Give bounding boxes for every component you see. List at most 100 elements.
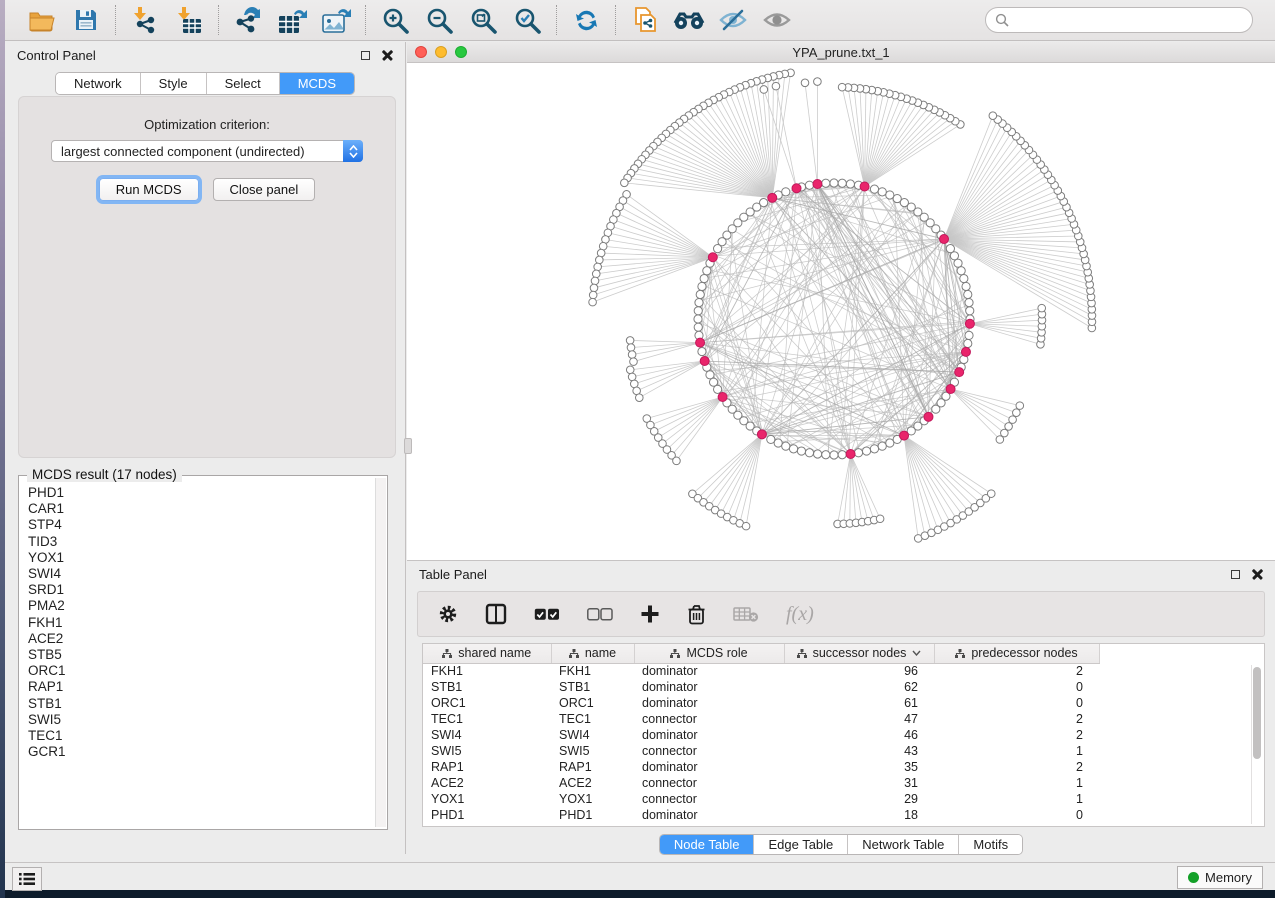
network-node[interactable] — [1038, 304, 1046, 312]
deselect-all-icon[interactable] — [587, 608, 613, 621]
network-node[interactable] — [696, 290, 704, 298]
network-node[interactable] — [957, 267, 965, 275]
network-node[interactable] — [878, 188, 886, 196]
table-row[interactable]: TEC1TEC1connector472 — [423, 711, 1099, 727]
table-row[interactable]: SWI5SWI5connector431 — [423, 743, 1099, 759]
tab-mcds[interactable]: MCDS — [280, 73, 354, 94]
export-table-icon[interactable] — [275, 4, 309, 36]
network-node[interactable] — [965, 331, 973, 339]
network-node[interactable] — [589, 291, 597, 299]
network-node[interactable] — [694, 323, 702, 331]
network-node[interactable] — [621, 179, 629, 187]
network-node[interactable] — [630, 358, 638, 366]
network-node[interactable] — [1009, 416, 1017, 424]
table-row[interactable]: YOX1YOX1connector291 — [423, 791, 1099, 807]
mcds-list-scrollbar[interactable] — [375, 478, 386, 827]
network-node[interactable] — [742, 522, 750, 530]
tab-select[interactable]: Select — [207, 73, 280, 94]
column-header-MCDS-role[interactable]: MCDS role — [634, 644, 784, 663]
network-node[interactable] — [760, 86, 768, 94]
tab-node-table[interactable]: Node Table — [660, 835, 755, 854]
network-node[interactable] — [703, 267, 711, 275]
network-node[interactable] — [966, 307, 974, 315]
function-builder-icon[interactable]: f(x) — [786, 603, 814, 626]
tab-network[interactable]: Network — [56, 73, 141, 94]
network-node[interactable] — [989, 112, 997, 120]
mcds-hub-node[interactable] — [946, 385, 955, 394]
network-node[interactable] — [694, 307, 702, 315]
save-icon[interactable] — [69, 4, 103, 36]
column-header-predecessor-nodes[interactable]: predecessor nodes — [934, 644, 1099, 663]
network-node[interactable] — [782, 188, 790, 196]
network-node[interactable] — [592, 270, 600, 278]
close-table-panel-icon[interactable] — [1252, 569, 1263, 580]
network-node[interactable] — [628, 373, 636, 381]
network-node[interactable] — [714, 385, 722, 393]
mcds-hub-node[interactable] — [940, 235, 949, 244]
network-node[interactable] — [801, 79, 809, 87]
mcds-hub-node[interactable] — [813, 180, 822, 189]
network-node[interactable] — [876, 515, 884, 523]
panel-splitter-handle[interactable] — [404, 438, 412, 454]
mcds-hub-node[interactable] — [768, 193, 777, 202]
network-node[interactable] — [870, 445, 878, 453]
mcds-result-item[interactable]: FKH1 — [26, 615, 374, 631]
table-row[interactable]: RAP1RAP1dominator352 — [423, 759, 1099, 775]
network-node[interactable] — [714, 245, 722, 253]
import-network-icon[interactable] — [128, 4, 162, 36]
network-node[interactable] — [870, 185, 878, 193]
mcds-result-item[interactable]: PHD1 — [26, 485, 374, 501]
mcds-result-item[interactable]: PMA2 — [26, 598, 374, 614]
table-row[interactable]: SWI4SWI4dominator462 — [423, 727, 1099, 743]
network-node[interactable] — [1013, 409, 1021, 417]
zoom-fit-icon[interactable] — [466, 4, 500, 36]
network-node[interactable] — [838, 179, 846, 187]
mcds-result-item[interactable]: RAP1 — [26, 679, 374, 695]
criterion-dropdown[interactable]: largest connected component (undirected) — [51, 140, 363, 162]
close-panel-icon[interactable] — [382, 50, 393, 61]
network-node[interactable] — [878, 442, 886, 450]
float-table-panel-icon[interactable] — [1231, 570, 1240, 579]
network-node[interactable] — [822, 179, 830, 187]
table-row[interactable]: PHD1PHD1dominator180 — [423, 807, 1099, 823]
network-node[interactable] — [627, 344, 635, 352]
hide-selected-icon[interactable] — [716, 4, 750, 36]
network-node[interactable] — [886, 191, 894, 199]
mcds-hub-node[interactable] — [860, 182, 869, 191]
network-node[interactable] — [797, 447, 805, 455]
network-node[interactable] — [628, 351, 636, 359]
open-folder-icon[interactable] — [25, 4, 59, 36]
network-node[interactable] — [694, 315, 702, 323]
mcds-hub-node[interactable] — [757, 430, 766, 439]
network-node[interactable] — [946, 245, 954, 253]
network-node[interactable] — [635, 394, 643, 402]
memory-button[interactable]: Memory — [1177, 866, 1263, 889]
network-node[interactable] — [594, 263, 602, 271]
show-columns-icon[interactable] — [485, 603, 507, 625]
network-node[interactable] — [589, 298, 597, 306]
mcds-result-item[interactable]: TEC1 — [26, 728, 374, 744]
mcds-result-item[interactable]: STB1 — [26, 696, 374, 712]
table-scrollbar[interactable] — [1251, 665, 1262, 824]
network-node[interactable] — [772, 82, 780, 90]
column-header-shared-name[interactable]: shared name — [423, 644, 551, 663]
mcds-hub-node[interactable] — [924, 412, 933, 421]
mcds-result-item[interactable]: ORC1 — [26, 663, 374, 679]
zoom-selected-icon[interactable] — [510, 4, 544, 36]
network-node[interactable] — [846, 180, 854, 188]
mcds-hub-node[interactable] — [792, 184, 801, 193]
tab-edge-table[interactable]: Edge Table — [754, 835, 848, 854]
mcds-result-item[interactable]: SWI4 — [26, 566, 374, 582]
mcds-hub-node[interactable] — [900, 431, 909, 440]
network-node[interactable] — [695, 299, 703, 307]
delete-table-icon[interactable] — [733, 605, 759, 623]
zoom-in-icon[interactable] — [378, 4, 412, 36]
export-image-icon[interactable] — [319, 4, 353, 36]
network-node[interactable] — [838, 451, 846, 459]
refresh-icon[interactable] — [569, 4, 603, 36]
mcds-hub-node[interactable] — [955, 368, 964, 377]
table-row[interactable]: ACE2ACE2connector311 — [423, 775, 1099, 791]
network-node[interactable] — [862, 447, 870, 455]
mcds-result-item[interactable]: STP4 — [26, 517, 374, 533]
network-node[interactable] — [960, 274, 968, 282]
